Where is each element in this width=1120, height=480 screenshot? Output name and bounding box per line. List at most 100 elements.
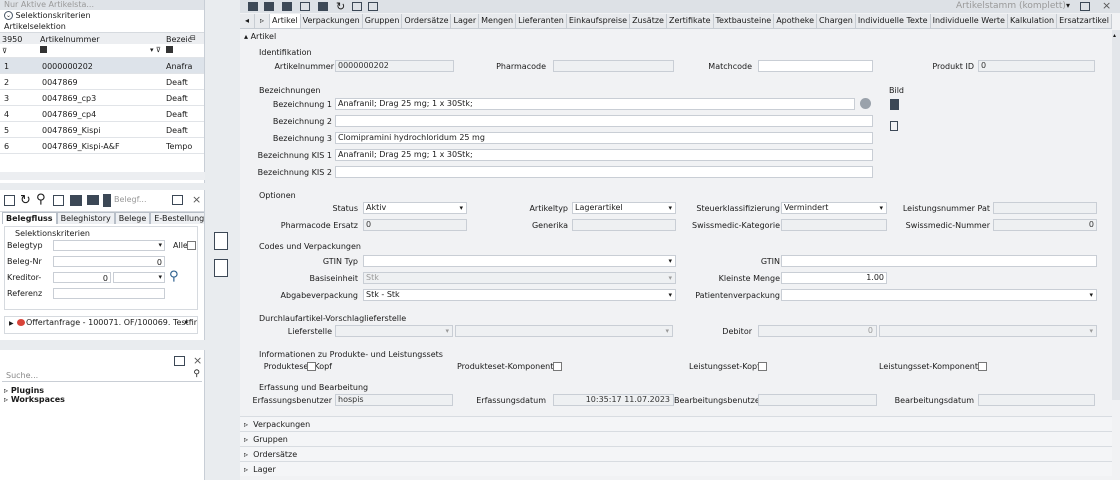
pkomp-checkbox[interactable] — [553, 362, 562, 371]
liefer-select-2[interactable]: ▾ — [455, 325, 673, 337]
table-row[interactable]: 3 0047869_cp3 Deaft — [0, 90, 204, 106]
liefer-select-1[interactable]: ▾ — [335, 325, 453, 337]
filter-mode-icon-2[interactable] — [166, 46, 173, 53]
phersatz-field[interactable]: 0 — [363, 219, 467, 231]
edit-icon[interactable] — [53, 195, 64, 206]
basis-select[interactable]: Stk ▾ — [363, 272, 676, 284]
tab-individuelle-werte[interactable]: Individuelle Werte — [931, 14, 1008, 28]
delete-icon[interactable] — [282, 2, 292, 11]
table-row[interactable]: 4 0047869_cp4 Deaft — [0, 106, 204, 122]
tab-belegfluss[interactable]: Belegfluss — [2, 212, 57, 224]
maximize-icon[interactable] — [174, 356, 185, 366]
kreditor-select[interactable]: ▾ — [113, 272, 165, 283]
col-artikelnummer[interactable]: Artikelnummer — [40, 35, 100, 44]
status-select[interactable]: Aktiv ▾ — [363, 202, 467, 214]
refresh-icon[interactable]: ↻ — [20, 193, 31, 208]
table-row[interactable]: 2 0047869 Deaft — [0, 74, 204, 90]
abgabe-select[interactable]: Stk - Stk ▾ — [363, 289, 676, 301]
debitor-field[interactable]: 0 — [758, 325, 877, 337]
referenz-input[interactable] — [53, 288, 165, 299]
swisskat-field[interactable] — [781, 219, 887, 231]
vertical-scrollbar[interactable]: ▴ — [1112, 30, 1120, 400]
image-document-icon[interactable] — [890, 99, 899, 110]
scroll-right-icon[interactable]: ▸ — [185, 318, 189, 326]
selection-header[interactable]: ⌄ Selektionskriterien — [0, 10, 204, 22]
col-bezeichnung[interactable]: Bezeic — [166, 35, 192, 44]
gtintyp-select[interactable]: ▾ — [363, 255, 676, 267]
document-icon[interactable] — [103, 194, 111, 207]
search-input[interactable]: Suche... — [6, 371, 38, 380]
split-icon[interactable] — [368, 2, 378, 11]
artikeltyp-select[interactable]: Lagerartikel ▾ — [572, 202, 676, 214]
save-icon[interactable] — [264, 2, 274, 11]
toolbar-icon-1[interactable] — [248, 2, 258, 11]
close-icon[interactable]: × — [193, 354, 202, 367]
artikel-section-header[interactable]: ▴ Artikel — [244, 32, 276, 41]
mail-icon[interactable] — [87, 195, 99, 205]
tab-beleghistory[interactable]: Beleghistory — [56, 212, 115, 224]
tab-belege[interactable]: Belege — [114, 212, 151, 224]
tree-workspaces[interactable]: ▹ Workspaces — [4, 395, 65, 404]
pk-checkbox[interactable] — [307, 362, 316, 371]
leistnr-field[interactable] — [993, 202, 1097, 214]
table-row[interactable]: 6 0047869_Kispi-A&F Tempo — [0, 138, 204, 154]
layout-icon[interactable] — [1080, 2, 1090, 11]
expand-icon[interactable]: ▹ — [244, 465, 248, 474]
kreditor-search-icon[interactable]: ⚲ — [169, 269, 179, 284]
collapsed-section-lager[interactable]: ▹ Lager — [240, 461, 1112, 476]
translate-icon[interactable] — [860, 98, 871, 109]
tab-individuelle-texte[interactable]: Individuelle Texte — [856, 14, 931, 28]
filter-mode-icon[interactable] — [40, 46, 47, 53]
lk-checkbox[interactable] — [758, 362, 767, 371]
erfbenutzer-field[interactable]: hospis — [335, 394, 453, 406]
expand-icon[interactable]: ▹ — [244, 435, 248, 444]
tab-scroll-left[interactable]: ◂ — [240, 14, 256, 28]
bez1-field[interactable]: Anafranil; Drag 25 mg; 1 x 30Stk; — [335, 98, 855, 110]
print-icon[interactable] — [70, 195, 82, 206]
print-icon[interactable] — [318, 2, 328, 11]
table-row[interactable]: 1 0000000202 Anafra — [0, 58, 204, 74]
close-icon[interactable]: × — [192, 193, 201, 206]
kreditor-input[interactable]: 0 — [53, 272, 111, 283]
collapsed-section-orders-tze[interactable]: ▹ Ordersätze — [240, 446, 1112, 461]
steuer-select[interactable]: Vermindert ▾ — [781, 202, 887, 214]
maximize-icon[interactable] — [172, 195, 183, 205]
swissnr-field[interactable]: 0 — [993, 219, 1097, 231]
tab-chargen[interactable]: Chargen — [817, 14, 856, 28]
tab-orders-tze[interactable]: Ordersätze — [402, 14, 452, 28]
tab-e-bestellung[interactable]: E-Bestellung — [150, 212, 204, 224]
generika-field[interactable] — [572, 219, 676, 231]
tree-plugins[interactable]: ▹ Plugins — [4, 386, 44, 395]
gtin-field[interactable] — [781, 255, 1097, 267]
tab-zertifikate[interactable]: Zertifikate — [667, 14, 714, 28]
table-row[interactable]: 5 0047869_Kispi Deaft — [0, 122, 204, 138]
bez3-field[interactable]: Clomipramini hydrochloridum 25 mg — [335, 132, 873, 144]
search-icon[interactable]: ⚲ — [36, 192, 46, 207]
kis1-field[interactable]: Anafranil; Drag 25 mg; 1 x 30Stk; — [335, 149, 873, 161]
list-document-icon[interactable] — [214, 232, 228, 250]
produktid-field[interactable]: 0 — [978, 60, 1095, 72]
tab-mengen[interactable]: Mengen — [479, 14, 517, 28]
tree-item[interactable]: Offertanfrage - 100071. OF/100069. Testf… — [26, 318, 197, 327]
lkomp-checkbox[interactable] — [978, 362, 987, 371]
title-dropdown-icon[interactable]: ▾ — [1066, 1, 1070, 10]
bdatum-field[interactable] — [978, 394, 1095, 406]
collapsed-section-gruppen[interactable]: ▹ Gruppen — [240, 431, 1112, 446]
collapse-circle-icon[interactable]: ⌄ — [4, 11, 13, 20]
bez2-field[interactable] — [335, 115, 873, 127]
alle-checkbox[interactable] — [187, 241, 196, 250]
artikelnummer-field[interactable]: 0000000202 — [335, 60, 454, 72]
matchcode-field[interactable] — [758, 60, 873, 72]
expand-icon[interactable]: ▶ — [9, 320, 14, 327]
image-delete-icon[interactable] — [890, 121, 898, 131]
tree-icon[interactable] — [352, 2, 362, 11]
tab-einkaufspreise[interactable]: Einkaufspreise — [567, 14, 631, 28]
search-icon[interactable]: ⚲ — [193, 369, 200, 379]
pharmacode-field[interactable] — [553, 60, 674, 72]
expand-icon[interactable]: ▹ — [244, 420, 248, 429]
scroll-up-icon[interactable]: ▴ — [1113, 32, 1116, 39]
tab-artikel[interactable]: Artikel — [270, 14, 301, 28]
document-icon[interactable] — [214, 259, 228, 277]
collapsed-section-verpackungen[interactable]: ▹ Verpackungen — [240, 416, 1112, 431]
tab-gruppen[interactable]: Gruppen — [363, 14, 403, 28]
